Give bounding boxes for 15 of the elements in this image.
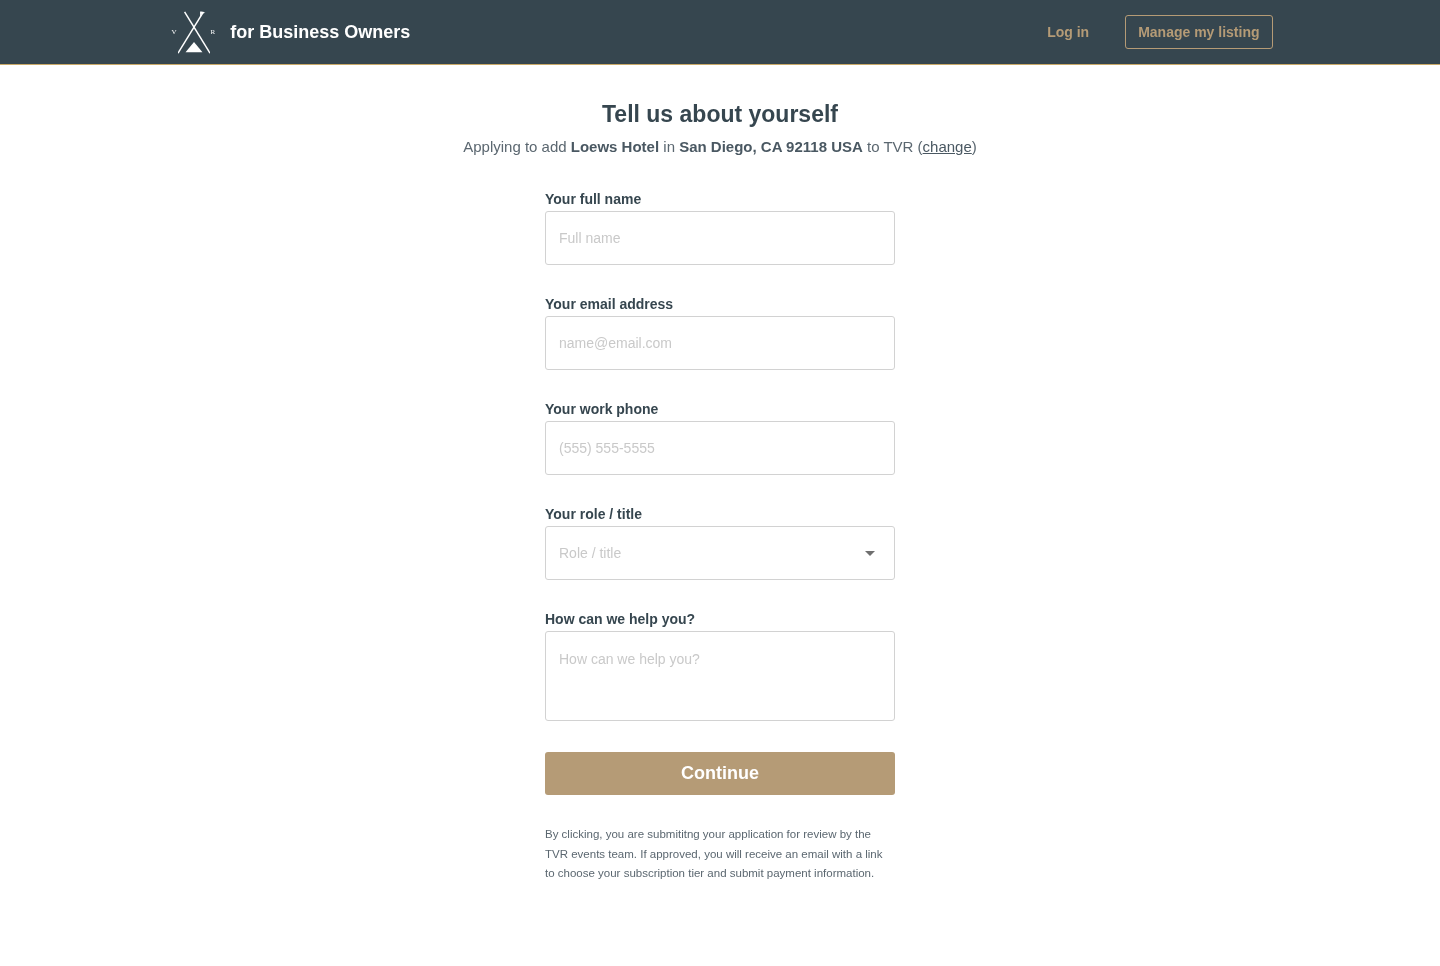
- tent-logo-icon[interactable]: [177, 9, 210, 55]
- brand-title: for Business Owners: [230, 21, 411, 43]
- page-title: Tell us about yourself: [601, 100, 839, 129]
- subtitle-text: Applying to add Loews Hotel in San Diego, CA 92118 USA to TVR (change): [462, 137, 978, 157]
- manage-listing-button[interactable]: Manage my listing: [1125, 15, 1273, 49]
- field-label: Your email address: [545, 295, 675, 314]
- caret-down-icon: [865, 550, 875, 556]
- field-label: Your full name: [545, 190, 643, 209]
- field-label: How can we help you?: [545, 610, 697, 629]
- continue-button[interactable]: Continue: [545, 752, 895, 795]
- field-label: Your work phone: [545, 400, 660, 419]
- field-label: Your role / title: [545, 505, 643, 524]
- login-link[interactable]: Log in: [1047, 24, 1090, 40]
- change-link[interactable]: change: [922, 138, 972, 155]
- disclaimer-text: By clicking, you are submititng your application for review by the TVR events team. If approved, you will receive an email with a link to choose your subscription tier and submit payment information.: [545, 827, 884, 881]
